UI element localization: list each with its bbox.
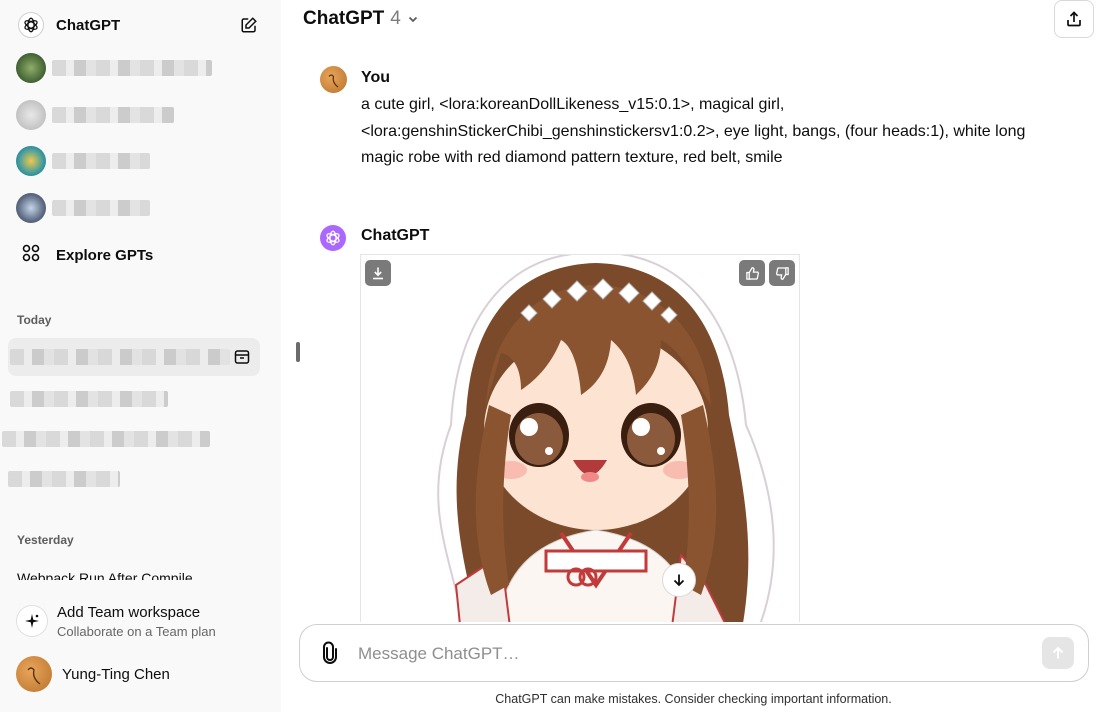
chevron-down-icon	[407, 13, 419, 25]
user-message: a cute girl, <lora:koreanDollLikeness_v1…	[361, 96, 1026, 166]
history-item[interactable]	[8, 380, 178, 418]
share-button[interactable]	[1054, 0, 1094, 38]
edit-icon[interactable]	[238, 14, 260, 36]
sidebar-resize-handle[interactable]	[296, 342, 300, 362]
explore-gpts[interactable]: Explore GPTs	[22, 244, 153, 266]
blurred-label	[10, 349, 230, 365]
gpt-avatar	[16, 100, 46, 130]
arrow-up-icon	[1050, 645, 1066, 661]
section-yesterday: Yesterday	[17, 533, 74, 547]
send-button[interactable]	[1042, 637, 1074, 669]
sidebar-header-new-chat[interactable]: ChatGPT	[8, 6, 264, 44]
disclaimer: ChatGPT can make mistakes. Consider chec…	[495, 692, 892, 706]
gpt-avatar	[16, 146, 46, 176]
grid-icon	[22, 244, 40, 267]
generated-image[interactable]	[360, 254, 800, 634]
paperclip-icon[interactable]	[318, 641, 342, 665]
sparkle-icon	[16, 605, 48, 637]
gpt-item[interactable]	[16, 190, 264, 226]
gpt-avatar	[16, 193, 46, 223]
blurred-label	[52, 60, 212, 76]
thumbs-down-icon	[775, 266, 790, 281]
gpt-item[interactable]	[16, 50, 264, 86]
sidebar: ChatGPT Explore GPTs Today Yesterday Web…	[0, 0, 281, 712]
team-title: Add Team workspace	[57, 603, 201, 621]
section-today: Today	[17, 313, 52, 327]
gpt-avatar	[16, 53, 46, 83]
assistant-avatar	[320, 225, 346, 251]
arrow-down-icon	[671, 572, 687, 588]
team-subtitle: Collaborate on a Team plan	[57, 623, 216, 639]
history-item[interactable]	[8, 460, 128, 498]
blurred-label	[52, 107, 174, 123]
gpt-item[interactable]	[16, 143, 264, 179]
blurred-label	[52, 200, 150, 216]
explore-label: Explore GPTs	[56, 246, 154, 264]
history-item[interactable]	[2, 420, 228, 458]
blurred-label	[8, 471, 120, 487]
blurred-label	[10, 391, 168, 407]
user-author: You	[361, 69, 391, 86]
message-composer	[299, 624, 1089, 682]
thumbs-up-button[interactable]	[739, 260, 765, 286]
user-name: Yung-Ting Chen	[62, 665, 170, 683]
message-input[interactable]	[358, 643, 1018, 665]
share-icon	[1065, 10, 1083, 28]
user-avatar	[320, 66, 347, 93]
model-name: ChatGPT	[303, 8, 385, 29]
history-item-active[interactable]	[8, 338, 260, 376]
download-icon	[371, 266, 385, 280]
model-selector[interactable]: ChatGPT 4	[303, 6, 419, 32]
archive-icon[interactable]	[234, 349, 250, 365]
chibi-girl-illustration	[437, 255, 775, 633]
avatar	[16, 656, 52, 692]
blurred-label	[52, 153, 150, 169]
blurred-label	[2, 431, 210, 447]
user-menu[interactable]: Yung-Ting Chen	[16, 656, 170, 692]
download-button[interactable]	[365, 260, 391, 286]
history-item-yesterday[interactable]: Webpack Run After Compile	[17, 570, 257, 580]
sidebar-title: ChatGPT	[56, 16, 121, 34]
assistant-author: ChatGPT	[361, 227, 430, 244]
thumbs-up-icon	[745, 266, 760, 281]
model-version: 4	[390, 8, 401, 29]
scroll-to-bottom-button[interactable]	[662, 563, 696, 597]
openai-logo-icon	[18, 12, 44, 38]
gpt-item[interactable]	[16, 97, 264, 133]
thumbs-down-button[interactable]	[769, 260, 795, 286]
add-team-workspace[interactable]: Add Team workspace Collaborate on a Team…	[16, 598, 266, 644]
